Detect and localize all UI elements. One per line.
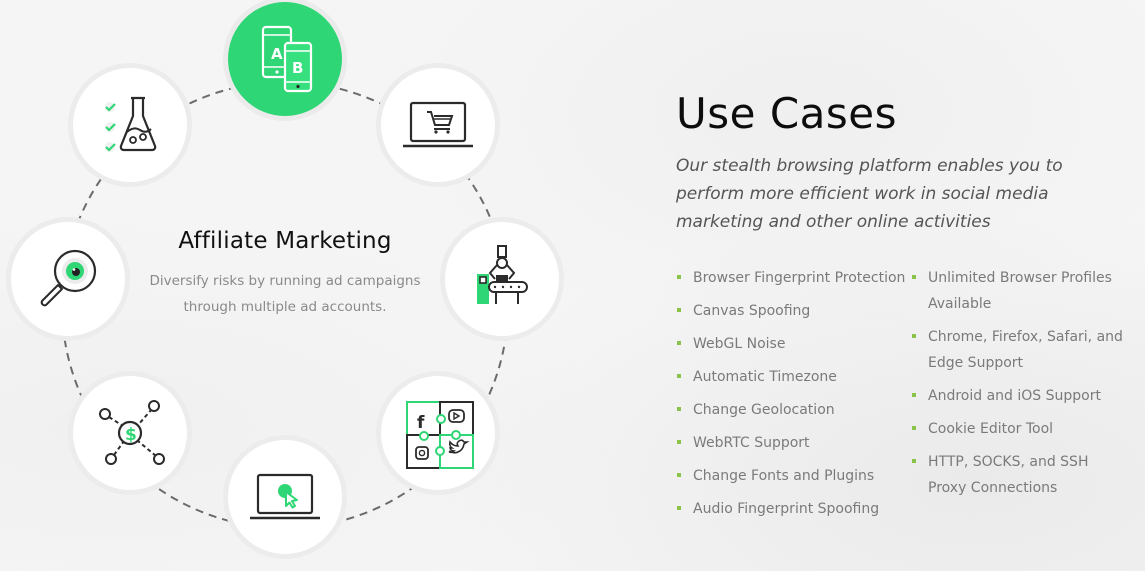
feature-item: Change Fonts and Plugins (676, 463, 911, 489)
feature-item: Chrome, Firefox, Safari, and Edge Suppor… (911, 324, 1131, 376)
ring-node-qa-testing[interactable] (73, 68, 187, 182)
feature-item: Audio Fingerprint Spoofing (676, 496, 911, 522)
feature-label: Change Geolocation (693, 402, 835, 418)
social-puzzle-icon: f (406, 401, 474, 469)
feature-label: Automatic Timezone (693, 369, 837, 385)
feature-item: HTTP, SOCKS, and SSH Proxy Connections (911, 449, 1131, 501)
bullet-icon (677, 506, 681, 510)
feature-item: Unlimited Browser Profiles Available (911, 265, 1131, 317)
feature-item: Canvas Spoofing (676, 298, 911, 324)
feature-label: Canvas Spoofing (693, 303, 811, 319)
feature-label: WebGL Noise (693, 336, 786, 352)
bullet-icon (677, 341, 681, 345)
active-use-case-panel: Affiliate Marketing Diversify risks by r… (140, 228, 430, 320)
ab-test-phones-icon: A B (261, 25, 313, 93)
bullet-icon (677, 473, 681, 477)
use-cases-subtitle: Our stealth browsing platform enables yo… (676, 156, 1063, 232)
bullet-icon (677, 407, 681, 411)
feature-label: Unlimited Browser Profiles Available (928, 270, 1112, 312)
feature-item: WebGL Noise (676, 331, 911, 357)
ring-node-multi-accounting[interactable]: $ (73, 376, 187, 490)
feature-list-column-1: Browser Fingerprint Protection Canvas Sp… (676, 265, 911, 529)
feature-label: Browser Fingerprint Protection (693, 270, 906, 286)
feature-label: Chrome, Firefox, Safari, and Edge Suppor… (928, 329, 1123, 371)
active-use-case-title: Affiliate Marketing (178, 228, 392, 254)
bullet-icon (912, 459, 916, 463)
ring-node-ecommerce[interactable] (381, 68, 495, 182)
feature-label: Change Fonts and Plugins (693, 468, 875, 484)
laptop-shopping-cart-icon (403, 101, 473, 148)
ring-node-ab-testing[interactable]: A B (228, 2, 342, 116)
feature-label: WebRTC Support (693, 435, 810, 451)
feature-label: HTTP, SOCKS, and SSH Proxy Connections (928, 454, 1089, 496)
instagram-icon (415, 446, 429, 460)
bullet-icon (677, 440, 681, 444)
laptop-click-icon (250, 473, 320, 520)
bullet-icon (677, 308, 681, 312)
feature-item: Android and iOS Support (911, 383, 1131, 409)
ring-node-web-scraping[interactable] (11, 222, 125, 336)
feature-list-column-2: Unlimited Browser Profiles Available Chr… (911, 265, 1131, 529)
bullet-icon (912, 393, 916, 397)
svg-text:$: $ (125, 425, 137, 445)
flask-checklist-icon (105, 96, 157, 152)
money-network-icon: $ (99, 400, 165, 465)
feature-item: Cookie Editor Tool (911, 416, 1131, 442)
ring-node-automation[interactable] (445, 222, 559, 336)
magnifier-eye-icon (40, 249, 97, 307)
feature-item: WebRTC Support (676, 430, 911, 456)
ab-letter-a: A (271, 45, 283, 63)
feature-item: Change Geolocation (676, 397, 911, 423)
ab-letter-b: B (292, 59, 303, 77)
bullet-icon (677, 275, 681, 279)
twitter-icon (448, 439, 470, 454)
ring-node-traffic-arbitrage[interactable] (228, 440, 342, 554)
bullet-icon (912, 275, 916, 279)
feature-item: Automatic Timezone (676, 364, 911, 390)
use-cases-feature-lists: Browser Fingerprint Protection Canvas Sp… (676, 265, 1131, 529)
robot-conveyor-icon (477, 245, 528, 304)
ring-node-social-media[interactable]: f (381, 376, 495, 490)
youtube-icon (448, 409, 465, 423)
use-cases-header: Use Cases Our stealth browsing platform … (676, 88, 1136, 236)
feature-label: Cookie Editor Tool (928, 421, 1054, 437)
facebook-icon: f (417, 413, 425, 433)
bullet-icon (912, 426, 916, 430)
active-use-case-description: Diversify risks by running ad campaigns … (149, 273, 421, 315)
use-cases-title: Use Cases (676, 89, 897, 138)
feature-item: Browser Fingerprint Protection (676, 265, 911, 291)
feature-label: Android and iOS Support (928, 388, 1101, 404)
use-case-ring: A B f $ Affiliate Marketing Diversify ri… (0, 0, 570, 571)
bullet-icon (677, 374, 681, 378)
bullet-icon (912, 334, 916, 338)
feature-label: Audio Fingerprint Spoofing (693, 501, 880, 517)
